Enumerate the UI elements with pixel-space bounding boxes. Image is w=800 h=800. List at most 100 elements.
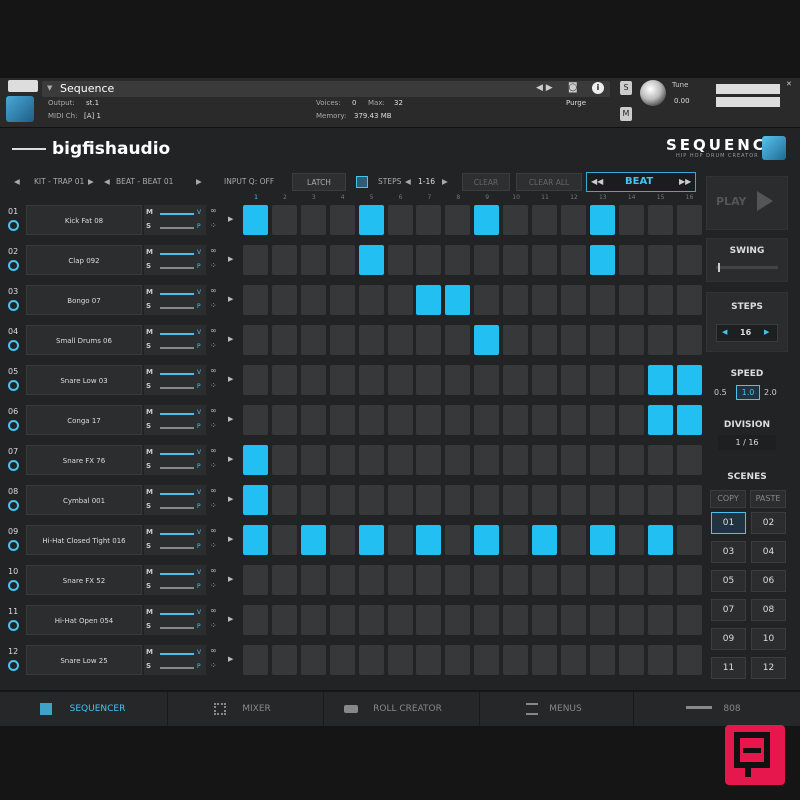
pan-slider[interactable] [160,347,194,349]
step-cell[interactable] [474,565,500,595]
mute-button[interactable]: M [146,448,153,456]
track-preview-icon[interactable]: ▶ [228,255,233,263]
step-cell[interactable] [243,525,268,555]
step-cell[interactable] [618,445,644,475]
power-icon[interactable] [8,340,19,351]
track-name-button[interactable]: Kick Fat 08 [26,205,142,235]
volume-slider[interactable] [160,413,194,415]
solo-button[interactable]: S [146,662,151,670]
dropdown-arrow-icon[interactable]: ▼ [47,84,52,92]
step-cell[interactable] [416,325,442,355]
step-cell[interactable] [416,285,442,315]
step-cell[interactable] [243,565,268,595]
scene-button[interactable]: 03 [711,541,746,563]
step-cell[interactable] [589,605,615,635]
step-cell[interactable] [676,365,702,395]
step-cell[interactable] [271,205,297,235]
step-cell[interactable] [271,485,297,515]
kit-next-icon[interactable]: ▶ [88,173,94,191]
step-cell[interactable] [358,645,384,675]
randomize-icon[interactable]: ⁘ [210,661,217,670]
track-preview-icon[interactable]: ▶ [228,575,233,583]
step-cell[interactable] [445,605,471,635]
step-cell[interactable] [358,445,384,475]
step-cell[interactable] [647,605,673,635]
step-cell[interactable] [618,485,644,515]
tab-808[interactable]: 808 [634,692,800,726]
solo-button[interactable]: S [146,622,151,630]
randomize-icon[interactable]: ⁘ [210,541,217,550]
volume-slider[interactable] [160,253,194,255]
track-preview-icon[interactable]: ▶ [228,655,233,663]
step-cell[interactable] [532,445,557,475]
volume-slider[interactable] [160,333,194,335]
clear-button[interactable]: CLEAR [462,173,510,191]
track-name-button[interactable]: Snare FX 76 [26,445,142,475]
step-cell[interactable] [618,325,644,355]
randomize-icon[interactable]: ⁘ [210,381,217,390]
step-cell[interactable] [445,565,471,595]
step-cell[interactable] [647,445,673,475]
mute-button[interactable]: M [146,488,153,496]
scene-button[interactable]: 07 [711,599,746,621]
step-cell[interactable] [532,245,557,275]
step-cell[interactable] [445,405,471,435]
link-icon[interactable]: ∞ [210,366,217,375]
step-cell[interactable] [560,645,586,675]
step-cell[interactable] [503,285,529,315]
step-cell[interactable] [387,565,413,595]
step-cell[interactable] [387,645,413,675]
step-cell[interactable] [618,365,644,395]
step-cell[interactable] [560,285,586,315]
step-cell[interactable] [416,245,442,275]
step-cell[interactable] [503,565,529,595]
pan-slider[interactable] [160,387,194,389]
step-cell[interactable] [503,365,529,395]
step-cell[interactable] [243,285,268,315]
step-cell[interactable] [329,325,355,355]
step-cell[interactable] [300,605,326,635]
step-cell[interactable] [532,485,557,515]
step-cell[interactable] [271,365,297,395]
step-cell[interactable] [445,445,471,475]
power-icon[interactable] [8,500,19,511]
track-preview-icon[interactable]: ▶ [228,535,233,543]
step-cell[interactable] [618,645,644,675]
pan-slider[interactable] [160,627,194,629]
step-cell[interactable] [300,245,326,275]
step-cell[interactable] [329,645,355,675]
step-cell[interactable] [416,205,442,235]
step-cell[interactable] [387,485,413,515]
power-icon[interactable] [8,540,19,551]
step-cell[interactable] [474,405,500,435]
step-cell[interactable] [416,605,442,635]
step-cell[interactable] [445,245,471,275]
step-cell[interactable] [358,365,384,395]
step-cell[interactable] [532,365,557,395]
step-cell[interactable] [300,445,326,475]
step-cell[interactable] [329,605,355,635]
solo-button[interactable]: S [146,222,151,230]
step-cell[interactable] [676,605,702,635]
solo-button[interactable]: S [146,542,151,550]
step-cell[interactable] [300,365,326,395]
camera-icon[interactable]: ◙ [568,82,578,93]
step-cell[interactable] [474,325,500,355]
volume-slider[interactable] [160,613,194,615]
step-cell[interactable] [676,565,702,595]
step-cell[interactable] [503,605,529,635]
speed-option-2-0[interactable]: 2.0 [764,388,777,397]
randomize-icon[interactable]: ⁘ [210,221,217,230]
step-cell[interactable] [560,245,586,275]
steps-prev-icon[interactable]: ◀ [405,173,411,191]
volume-slider[interactable] [160,213,194,215]
power-icon[interactable] [8,380,19,391]
power-icon[interactable] [8,660,19,671]
step-cell[interactable] [503,485,529,515]
step-cell[interactable] [560,405,586,435]
close-icon[interactable]: ✕ [786,80,792,88]
step-cell[interactable] [329,245,355,275]
step-cell[interactable] [445,325,471,355]
track-preview-icon[interactable]: ▶ [228,495,233,503]
play-icon[interactable] [757,191,773,211]
